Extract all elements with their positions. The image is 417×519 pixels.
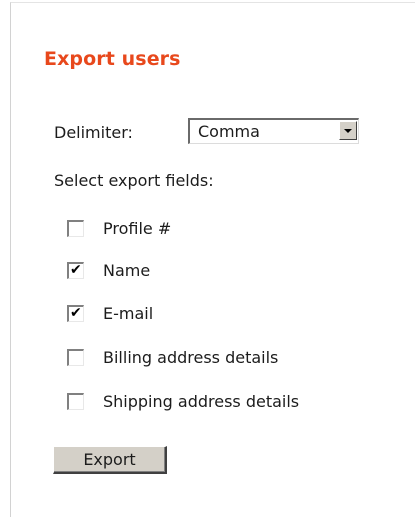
shipping-label: Shipping address details [103,391,300,411]
delimiter-select[interactable]: Comma [188,118,359,144]
page-title: Export users [44,48,181,70]
export-button[interactable]: Export [53,446,167,474]
dropdown-button[interactable] [339,121,357,140]
field-row-shipping: Shipping address details [67,390,299,412]
field-row-profile: Profile # [67,217,171,239]
delimiter-select-value: Comma [198,122,260,141]
email-checkbox[interactable]: ✔ [67,304,84,322]
field-row-name: ✔ Name [67,259,150,281]
checkmark-icon: ✔ [70,304,82,321]
field-row-email: ✔ E-mail [67,302,153,324]
billing-checkbox[interactable] [67,348,84,366]
name-label: Name [103,260,151,280]
field-row-billing: Billing address details [67,346,278,368]
chevron-down-icon [344,129,352,133]
name-checkbox[interactable]: ✔ [67,261,84,279]
checkmark-icon: ✔ [70,261,82,278]
select-fields-label: Select export fields: [54,171,214,190]
delimiter-label: Delimiter: [54,123,133,142]
email-label: E-mail [103,303,154,323]
profile-checkbox[interactable] [67,219,84,237]
billing-label: Billing address details [103,347,279,367]
shipping-checkbox[interactable] [67,392,84,410]
profile-label: Profile # [103,218,172,238]
